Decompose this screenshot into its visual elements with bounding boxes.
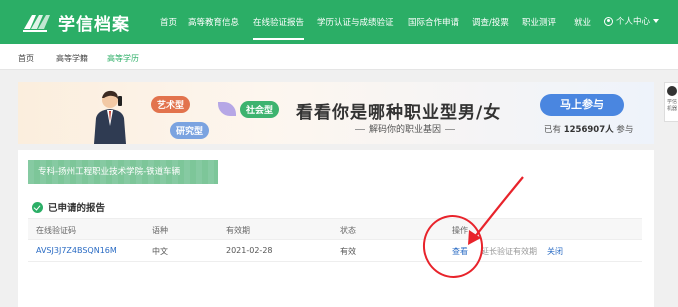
floating-assistant-widget[interactable]: 学信 机器 — [664, 82, 678, 122]
subnav-item-degree[interactable]: 高等学历 — [107, 53, 139, 64]
verification-code-link[interactable]: AVSJ3J7Z4BSQN16M — [36, 246, 117, 255]
user-center-menu[interactable]: 个人中心 — [604, 15, 660, 27]
widget-label: 学信 机器 — [667, 99, 678, 112]
col-header-expiry: 有效期 — [226, 226, 250, 235]
nav-item-higher-education[interactable]: 高等教育信息 — [188, 16, 239, 28]
participant-count-suffix: 参与 — [616, 125, 634, 135]
user-icon — [604, 16, 613, 26]
book-logo-icon — [23, 15, 50, 32]
site-logo[interactable]: 学信档案 — [22, 10, 130, 35]
subnav-item-enrollment[interactable]: 高等学籍 — [56, 53, 88, 64]
applied-reports-title: 已申请的报告 — [48, 203, 106, 214]
extend-validity-link[interactable]: 延长验证有效期 — [481, 246, 537, 257]
user-center-label: 个人中心 — [616, 17, 651, 27]
participant-count-prefix: 已有 — [544, 125, 562, 135]
join-now-button[interactable]: 马上参与 — [540, 94, 624, 116]
row-expiry: 2021-02-28 — [226, 246, 273, 255]
reports-table: 在线验证码 语种 有效期 状态 操作 AVSJ3J7Z4BSQN16M 中文 2… — [28, 218, 642, 262]
businessman-illustration — [94, 90, 126, 144]
participant-count: 已有 1256907人 参与 — [544, 123, 633, 135]
career-test-banner[interactable]: 艺术型 研究型 社会型 看看你是哪种职业型男/女 解码你的职业基因 马上参与 已… — [18, 82, 654, 144]
col-header-status: 状态 — [340, 226, 356, 235]
nav-item-employment[interactable]: 就业 — [574, 16, 591, 28]
subnav-item-home[interactable]: 首页 — [18, 53, 34, 64]
participant-count-value: 1256907人 — [563, 125, 614, 135]
logo-text: 学信档案 — [58, 14, 130, 35]
table-row: AVSJ3J7Z4BSQN16M 中文 2021-02-28 有效 查看 延长验… — [28, 240, 642, 262]
row-language: 中文 — [152, 247, 168, 256]
sub-navbar: 首页 高等学籍 高等学历 — [0, 44, 678, 70]
tag-social: 社会型 — [240, 101, 280, 118]
tag-research: 研究型 — [170, 122, 210, 139]
chevron-down-icon — [653, 19, 660, 23]
applied-reports-heading: 已申请的报告 — [32, 200, 105, 214]
col-header-language: 语种 — [152, 226, 168, 235]
banner-subtitle: 解码你的职业基因 — [351, 122, 459, 135]
row-status: 有效 — [340, 247, 356, 256]
tag-art: 艺术型 — [151, 96, 191, 113]
col-header-code: 在线验证码 — [36, 226, 76, 235]
nav-item-career-test[interactable]: 职业测评 — [522, 16, 556, 28]
nav-item-international[interactable]: 国际合作申请 — [408, 16, 459, 28]
nav-item-home[interactable]: 首页 — [160, 16, 177, 28]
nav-item-degree-verification[interactable]: 学历认证与成绩验证 — [317, 16, 394, 28]
banner-title: 看看你是哪种职业型男/女 — [296, 103, 502, 123]
robot-avatar-icon — [667, 86, 677, 96]
check-circle-icon — [32, 201, 43, 213]
close-report-link[interactable]: 关闭 — [547, 246, 563, 257]
table-header: 在线验证码 语种 有效期 状态 操作 — [28, 218, 642, 240]
nav-item-survey[interactable]: 调查/投票 — [472, 16, 509, 28]
top-navbar: 学信档案 首页 高等教育信息 在线验证报告 学历认证与成绩验证 国际合作申请 调… — [0, 0, 678, 44]
nav-item-online-report[interactable]: 在线验证报告 — [253, 16, 305, 40]
school-program-tab[interactable]: 专科-扬州工程职业技术学院-铁道车辆 — [28, 160, 218, 184]
